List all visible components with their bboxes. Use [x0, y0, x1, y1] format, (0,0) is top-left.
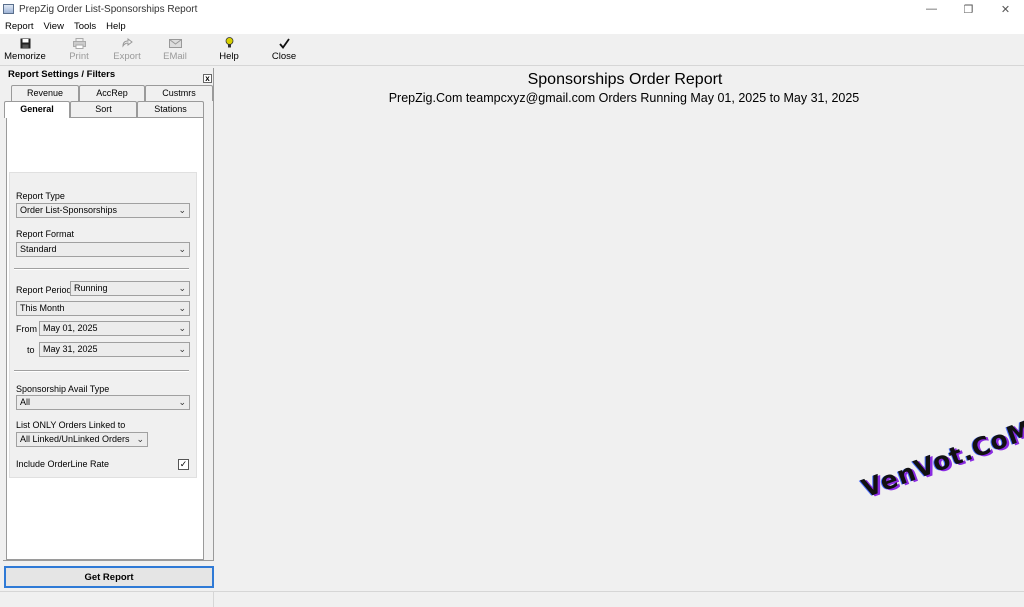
report-period-value: Running: [74, 283, 108, 293]
restore-icon[interactable]: ❐: [950, 0, 987, 18]
memorize-button[interactable]: Memorize: [3, 36, 47, 64]
tab-sort[interactable]: Sort: [70, 101, 137, 117]
chevron-down-icon: ⌄: [178, 303, 186, 313]
chevron-down-icon: ⌄: [178, 397, 186, 407]
avail-type-label: Sponsorship Avail Type: [16, 384, 110, 394]
linked-orders-value: All Linked/UnLinked Orders: [20, 434, 130, 444]
floppy-disk-icon: [20, 36, 31, 50]
avail-type-value: All: [20, 397, 31, 407]
menu-tools[interactable]: Tools: [74, 21, 96, 32]
divider: [14, 370, 189, 372]
report-preview: Sponsorships Order Report PrepZig.Com te…: [215, 67, 1024, 591]
minimize-icon[interactable]: —: [913, 0, 950, 18]
report-period-select[interactable]: Running ⌄: [70, 281, 190, 296]
chevron-down-icon: ⌄: [178, 283, 186, 293]
tab-accrep[interactable]: AccRep: [79, 85, 145, 101]
report-type-label: Report Type: [16, 191, 65, 201]
chevron-down-icon: ⌄: [178, 205, 186, 215]
report-format-label: Report Format: [16, 229, 75, 239]
export-button[interactable]: Export: [111, 36, 143, 64]
menu-help[interactable]: Help: [106, 21, 126, 32]
status-bar: [0, 591, 1024, 607]
report-format-select[interactable]: Standard ⌄: [16, 242, 190, 257]
envelope-icon: [168, 36, 182, 50]
to-date-value: May 31, 2025: [43, 344, 98, 354]
close-window-icon[interactable]: ✕: [987, 0, 1024, 18]
general-tab-content: Report Type Order List-Sponsorships ⌄ Re…: [6, 117, 204, 560]
report-period-label: Report Period: [16, 285, 72, 295]
panel-header: Report Settings / Filters: [8, 69, 116, 80]
to-label: to: [27, 345, 35, 355]
report-title: Sponsorships Order Report: [527, 71, 723, 88]
close-label: Close: [271, 51, 297, 62]
get-report-button[interactable]: Get Report: [4, 566, 214, 588]
menu-report[interactable]: Report: [5, 21, 34, 32]
app-icon: [3, 4, 14, 14]
export-icon: [121, 36, 133, 50]
report-type-value: Order List-Sponsorships: [20, 205, 118, 215]
report-subtitle: PrepZig.Com teampcxyz@gmail.com Orders R…: [388, 91, 860, 105]
email-button[interactable]: EMail: [160, 36, 190, 64]
panel-close-icon[interactable]: x: [203, 74, 212, 83]
include-rate-label: Include OrderLine Rate: [16, 459, 110, 469]
help-bulb-icon: [225, 36, 234, 50]
email-label: EMail: [163, 51, 187, 62]
chevron-down-icon: ⌄: [136, 434, 144, 444]
export-label: Export: [113, 51, 141, 62]
tab-custmrs[interactable]: Custmrs: [145, 85, 213, 101]
menu-view[interactable]: View: [44, 21, 64, 32]
print-button[interactable]: Print: [64, 36, 94, 64]
checkmark-icon: [278, 36, 290, 50]
help-label: Help: [219, 51, 239, 62]
memorize-label: Memorize: [4, 51, 46, 62]
close-button[interactable]: Close: [269, 36, 299, 64]
from-date-value: May 01, 2025: [43, 323, 98, 333]
from-date-select[interactable]: May 01, 2025 ⌄: [39, 321, 190, 336]
chevron-down-icon: ⌄: [178, 344, 186, 354]
period-preset-value: This Month: [20, 303, 65, 313]
help-button[interactable]: Help: [216, 36, 242, 64]
toolbar: Memorize Print Export EMail Help Close: [0, 34, 1024, 66]
divider: [14, 268, 189, 270]
print-label: Print: [69, 51, 89, 62]
chevron-down-icon: ⌄: [178, 323, 186, 333]
printer-icon: [72, 36, 86, 50]
avail-type-select[interactable]: All ⌄: [16, 395, 190, 410]
chevron-down-icon: ⌄: [178, 244, 186, 254]
filters-group: Report Type Order List-Sponsorships ⌄ Re…: [9, 172, 197, 478]
linked-orders-label: List ONLY Orders Linked to: [16, 420, 126, 430]
window-title: PrepZig Order List-Sponsorships Report: [19, 3, 198, 15]
title-bar: PrepZig Order List-Sponsorships Report —…: [0, 0, 1024, 18]
linked-orders-select[interactable]: All Linked/UnLinked Orders ⌄: [16, 432, 148, 447]
report-format-value: Standard: [20, 244, 57, 254]
include-rate-checkbox[interactable]: ✓: [178, 459, 189, 470]
report-type-select[interactable]: Order List-Sponsorships ⌄: [16, 203, 190, 218]
status-divider: [213, 592, 214, 607]
tab-stations[interactable]: Stations: [137, 101, 204, 117]
tab-general[interactable]: General: [4, 101, 70, 118]
period-preset-select[interactable]: This Month ⌄: [16, 301, 190, 316]
menu-bar: Report View Tools Help: [0, 18, 1024, 34]
window-controls: — ❐ ✕: [913, 0, 1024, 18]
tab-revenue[interactable]: Revenue: [11, 85, 79, 101]
to-date-select[interactable]: May 31, 2025 ⌄: [39, 342, 190, 357]
from-label: From: [16, 324, 37, 334]
